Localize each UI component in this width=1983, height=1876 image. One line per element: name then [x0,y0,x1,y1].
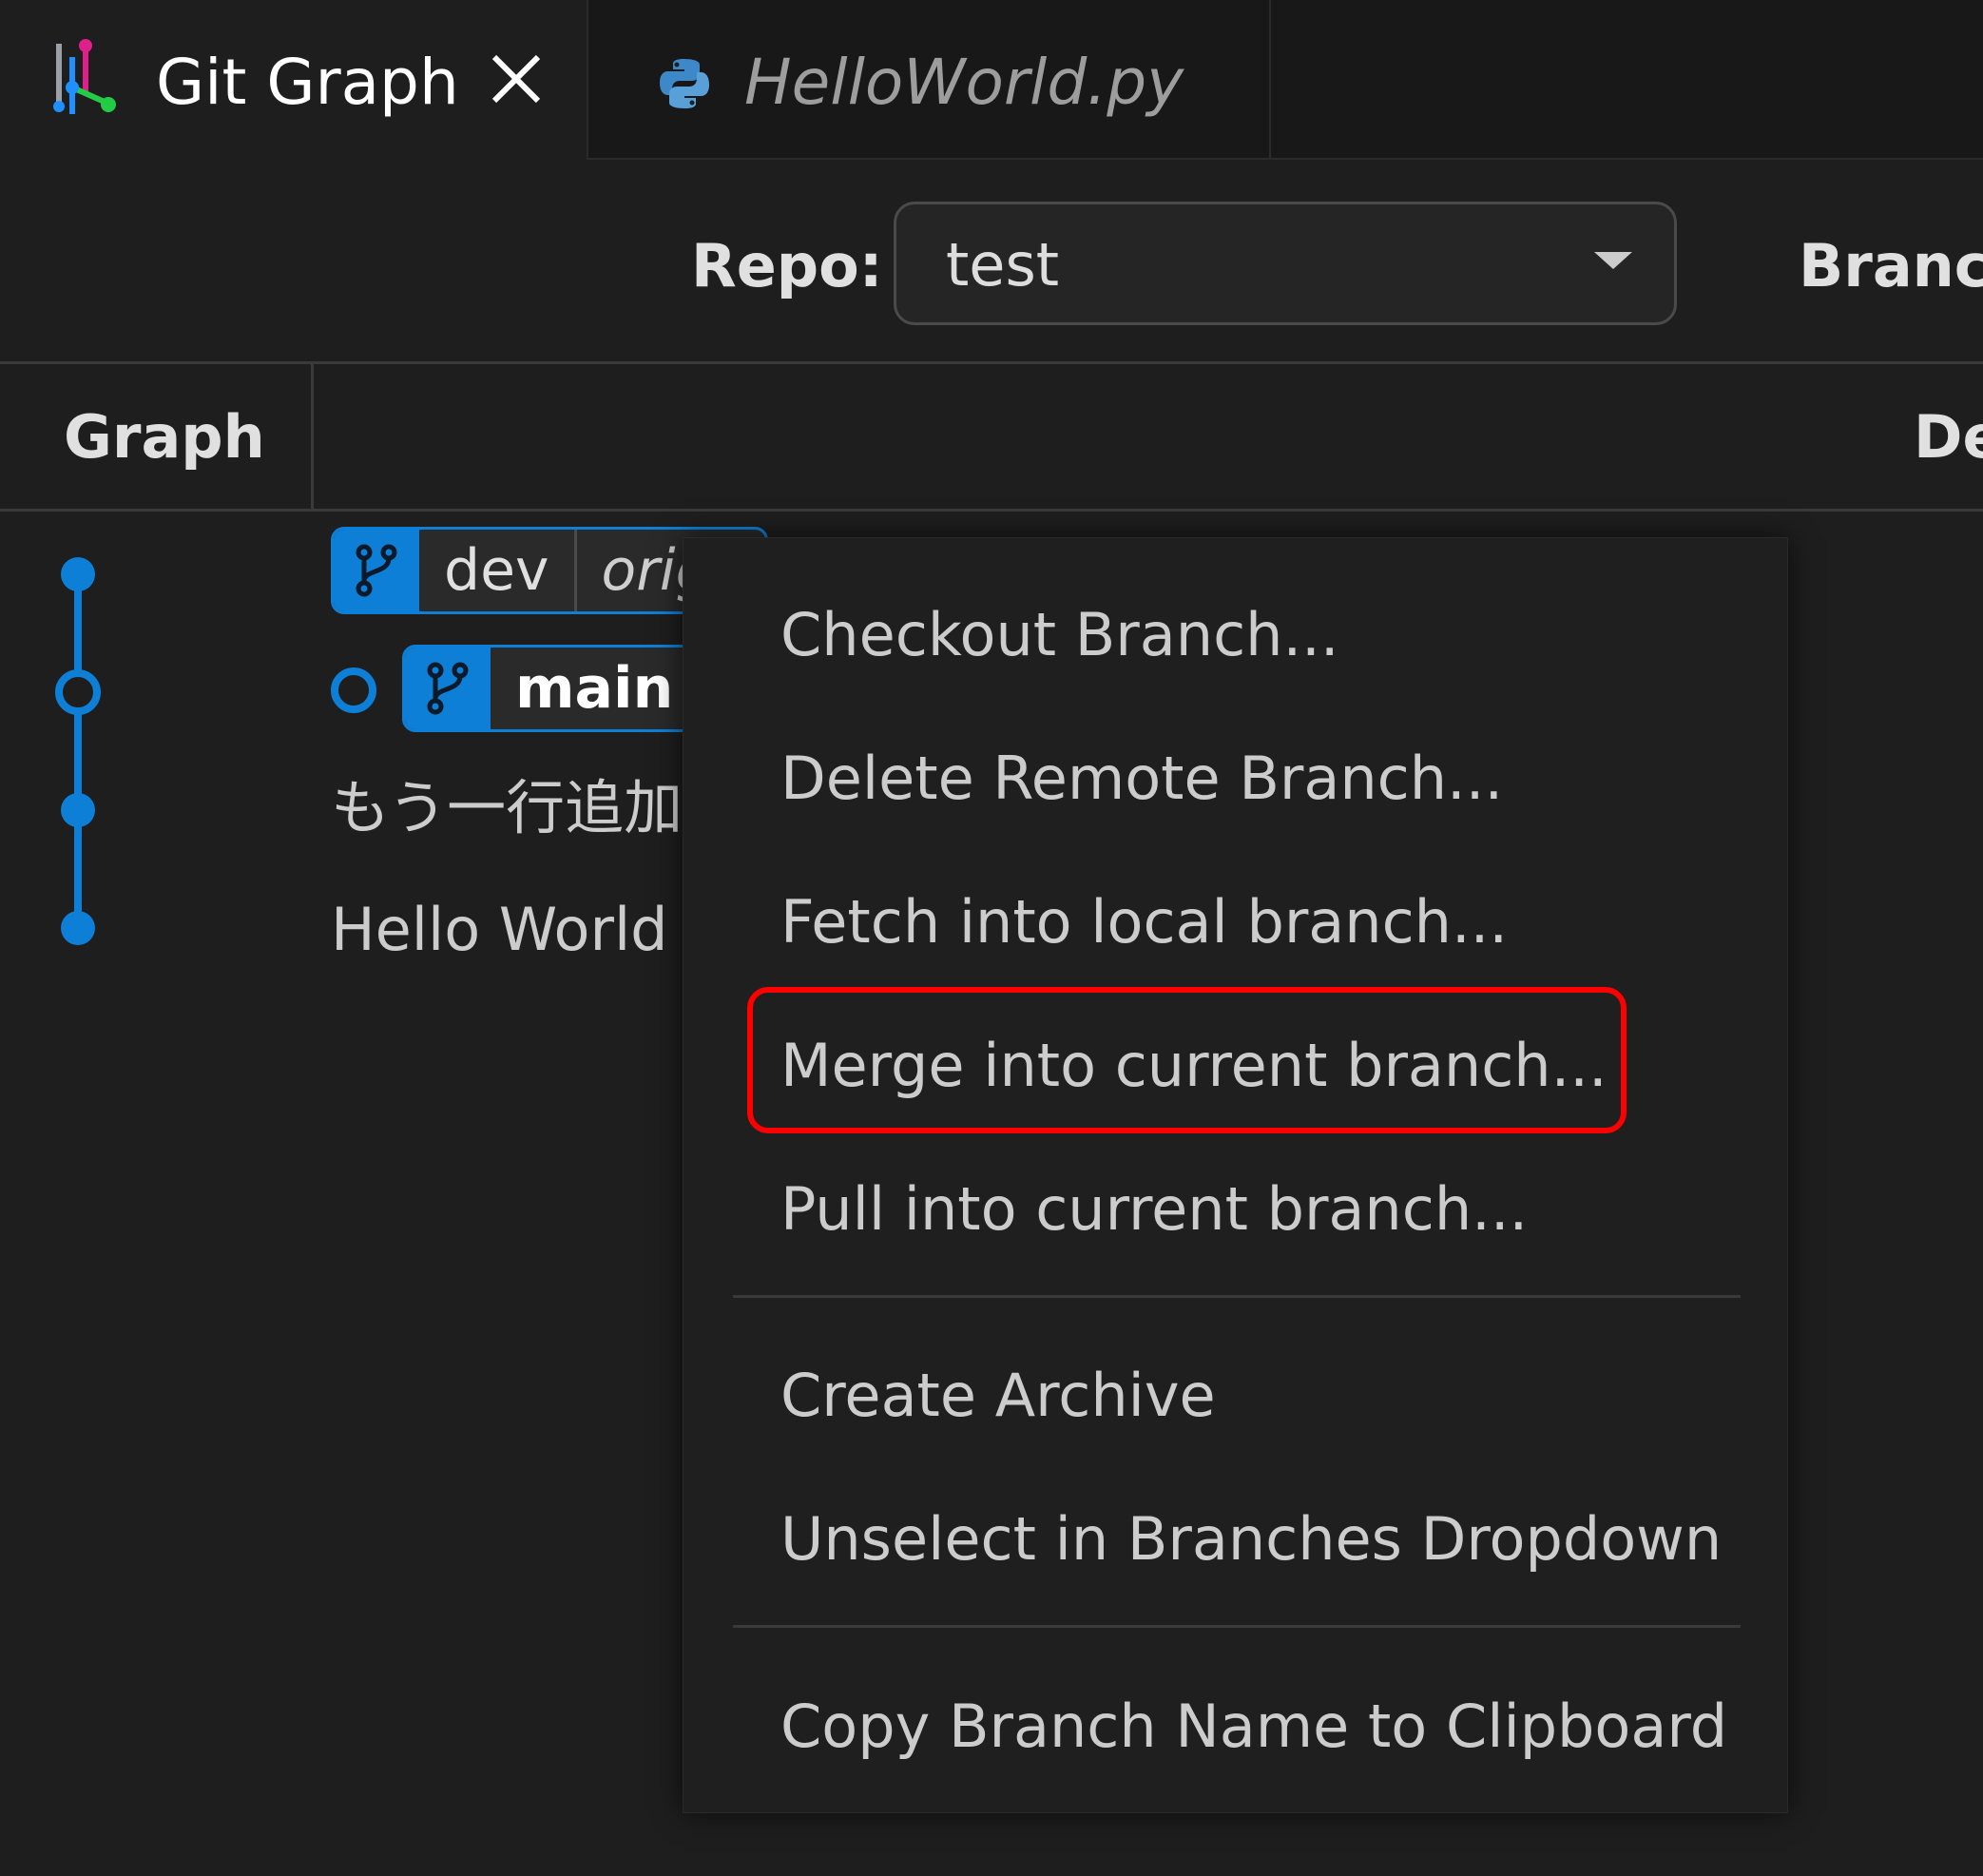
commit-message[interactable]: もう一行追加 [331,770,683,846]
tab-title: Git Graph [156,46,459,119]
branch-icon [334,530,419,611]
menu-item-delete-remote-branch[interactable]: Delete Remote Branch... [780,741,1503,817]
branches-label: Branc [1799,231,1983,300]
menu-item-checkout-branch[interactable]: Checkout Branch... [780,597,1339,673]
commit-node-head [55,669,101,715]
commit-node [61,557,95,591]
commit-node [61,911,95,945]
commit-node [61,793,95,827]
divider [0,509,1983,512]
git-graph-icon [53,39,116,114]
menu-separator [733,1295,1741,1298]
tab-title: HelloWorld.py [744,46,1184,119]
tab-git-graph[interactable]: Git Graph [0,0,587,160]
menu-item-unselect-in-branches-dropdown[interactable]: Unselect in Branches Dropdown [780,1501,1722,1577]
branch-name: dev [444,537,549,604]
menu-item-create-archive[interactable]: Create Archive [780,1358,1216,1434]
column-header-graph[interactable]: Graph [64,399,265,475]
context-menu: Checkout Branch... Delete Remote Branch.… [683,537,1788,1813]
branch-icon [405,648,491,729]
python-icon [660,59,709,108]
highlight-annotation [747,987,1627,1133]
branch-name: main [515,655,674,722]
commit-message[interactable]: Hello World [331,892,668,968]
column-resize-handle[interactable] [311,364,314,511]
repo-dropdown-value: test [946,230,1060,300]
close-icon[interactable] [485,48,548,110]
git-graph-window: Git Graph HelloWorld.py Repo: test Branc… [0,0,1983,1876]
chevron-down-icon [1594,252,1632,269]
repo-label: Repo: [691,231,883,300]
menu-separator [733,1625,1741,1628]
menu-item-pull-into-current-branch[interactable]: Pull into current branch... [780,1171,1528,1247]
menu-item-fetch-into-local-branch[interactable]: Fetch into local branch... [780,884,1508,960]
column-header-description[interactable]: De [1914,399,1983,475]
repo-dropdown[interactable]: test [894,202,1677,325]
table-header [0,364,1983,511]
head-indicator [331,667,376,713]
menu-item-copy-branch-name[interactable]: Copy Branch Name to Clipboard [780,1689,1727,1765]
